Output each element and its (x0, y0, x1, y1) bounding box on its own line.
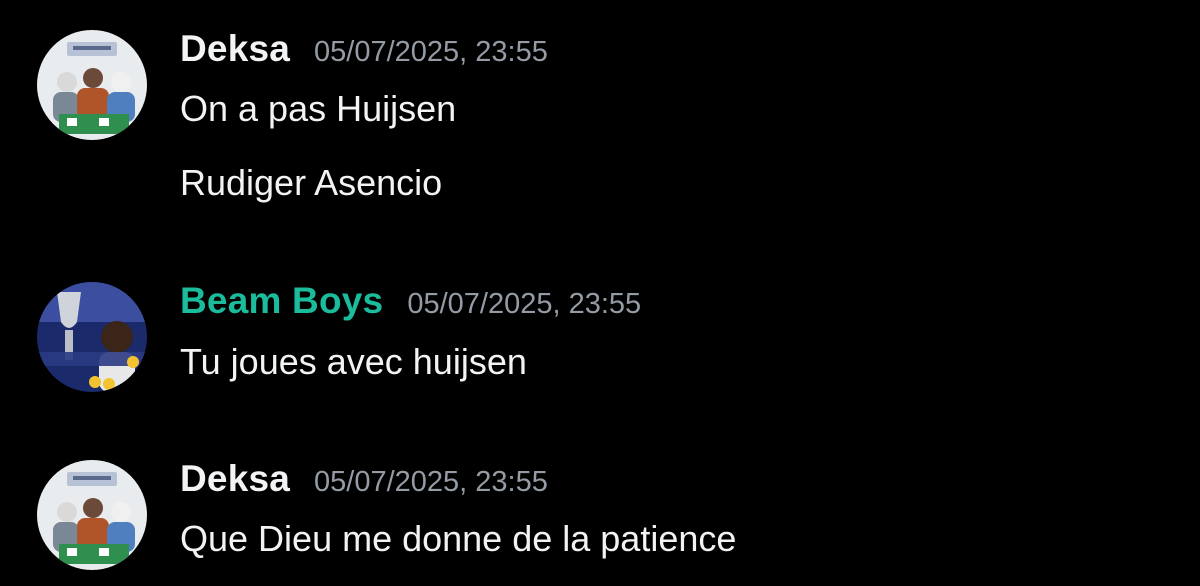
message-header: Deksa 05/07/2025, 23:55 (180, 28, 548, 70)
timestamp: 05/07/2025, 23:55 (407, 288, 642, 320)
message-text: Tu joues avec huijsen (180, 341, 527, 382)
message-header: Deksa 05/07/2025, 23:55 (180, 458, 548, 500)
timestamp: 05/07/2025, 23:55 (314, 466, 548, 498)
message-text: Rudiger Asencio (180, 162, 443, 203)
username[interactable]: Beam Boys (180, 280, 383, 322)
user-avatar-icon[interactable] (37, 282, 147, 392)
user-avatar-icon[interactable] (37, 30, 147, 140)
message-header: Beam Boys 05/07/2025, 23:55 (180, 280, 642, 322)
username[interactable]: Deksa (180, 28, 290, 70)
username[interactable]: Deksa (180, 458, 290, 500)
message-text: Que Dieu me donne de la patience (180, 518, 737, 559)
message-text: On a pas Huijsen (180, 88, 457, 129)
timestamp: 05/07/2025, 23:55 (314, 36, 548, 68)
user-avatar-icon[interactable] (37, 460, 147, 570)
